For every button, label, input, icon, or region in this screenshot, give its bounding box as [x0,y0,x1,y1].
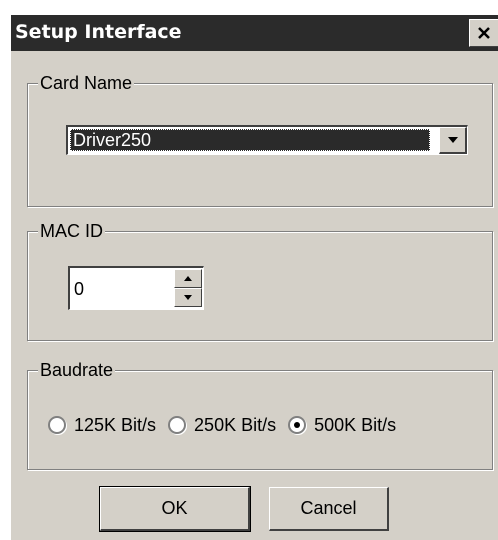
spin-up-button[interactable] [174,269,202,288]
radio-selected-dot [294,422,301,428]
dropdown-button[interactable] [439,127,467,154]
radio-button[interactable] [48,416,66,434]
mac-id-spin-buttons [174,269,202,307]
card-name-group: Card Name Driver250 [27,72,493,207]
radio-125k[interactable]: 125K Bit/s [48,415,156,436]
cancel-button[interactable]: Cancel [269,487,389,531]
spin-down-button[interactable] [174,288,202,307]
ok-button[interactable]: OK [99,486,251,532]
radio-250k[interactable]: 250K Bit/s [168,415,276,436]
card-name-selected-value: Driver250 [70,129,430,151]
radio-button[interactable] [168,416,187,434]
mac-id-stepper[interactable]: 0 [68,266,204,310]
chevron-down-icon [447,137,458,143]
title-bar[interactable]: Setup Interface [11,15,498,51]
baudrate-group: Baudrate 125K Bit/s 250K Bit/s 500K Bit/… [27,359,493,470]
close-icon [478,27,490,39]
radio-500k[interactable]: 500K Bit/s [288,415,396,436]
mac-id-label: MAC ID [38,220,105,242]
radio-label[interactable]: 250K Bit/s [194,415,276,436]
window-title: Setup Interface [15,21,182,43]
radio-label[interactable]: 500K Bit/s [314,415,396,436]
baudrate-label: Baudrate [38,359,116,381]
arrow-up-icon [184,276,192,281]
setup-interface-dialog: Setup Interface Card Name Driver250 MAC … [10,15,498,540]
mac-id-value[interactable]: 0 [74,278,84,300]
card-name-label: Card Name [38,72,135,94]
close-button[interactable] [469,19,498,47]
radio-button-selected[interactable] [288,416,307,434]
mac-id-group: MAC ID 0 [27,220,493,341]
radio-label[interactable]: 125K Bit/s [74,415,156,436]
card-name-dropdown[interactable]: Driver250 [66,125,468,155]
baudrate-options: 125K Bit/s 250K Bit/s 500K Bit/s [48,413,408,437]
arrow-down-icon [184,295,192,300]
